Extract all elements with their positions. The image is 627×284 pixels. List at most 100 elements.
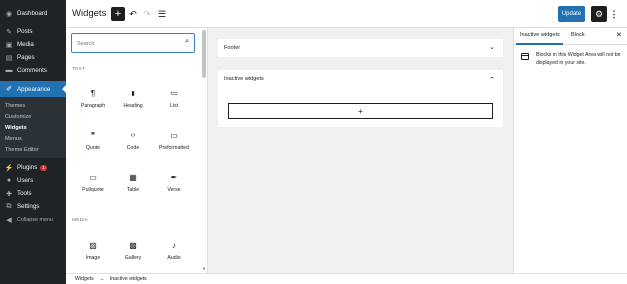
submenu-item-theme-editor[interactable]: Theme Editor xyxy=(0,144,66,155)
submenu-item-widgets[interactable]: Widgets xyxy=(0,122,66,133)
menu-label: Comments xyxy=(17,67,47,74)
undo-icon: ↶ xyxy=(129,8,137,19)
chevron-up-icon[interactable]: ⌃ xyxy=(489,76,495,84)
update-button[interactable]: Update xyxy=(558,6,585,22)
menu-label: Plugins xyxy=(17,164,38,171)
block-table[interactable]: ▦ Table xyxy=(114,170,152,204)
media-icon: ▣ xyxy=(5,41,13,49)
redo-button[interactable]: ↷ xyxy=(141,8,153,20)
block-label: Image xyxy=(85,255,101,261)
menu-item-settings[interactable]: ⧉ Settings xyxy=(0,200,66,213)
block-pullquote[interactable]: ▭ Pullquote xyxy=(74,170,112,204)
block-label: Pullquote xyxy=(82,187,104,193)
widget-area-icon xyxy=(521,53,529,60)
chevron-down-icon[interactable]: ⌄ xyxy=(489,43,495,51)
quote-icon: ❞ xyxy=(90,130,96,140)
tab-block[interactable]: Block xyxy=(571,32,585,38)
category-heading-media: MEDIA xyxy=(72,218,89,223)
block-paragraph[interactable]: ¶ Paragraph xyxy=(74,86,112,120)
update-count-badge: 1 xyxy=(40,164,47,171)
list-icon: ≔ xyxy=(170,88,178,98)
search-input[interactable] xyxy=(77,38,177,49)
block-appender-button[interactable]: + xyxy=(228,103,493,119)
wrench-icon: ✚ xyxy=(6,190,12,198)
menu-label: Media xyxy=(17,41,34,48)
breadcrumb: Widgets → Inactive widgets xyxy=(75,276,151,282)
undo-button[interactable]: ↶ xyxy=(127,8,139,20)
settings-sidebar: Inactive widgets Block ✕ Blocks in this … xyxy=(513,28,627,273)
block-quote[interactable]: ❞ Quote xyxy=(74,128,112,162)
settings-icon: ⧉ xyxy=(6,202,12,210)
pullquote-icon: ▭ xyxy=(89,172,97,182)
block-gallery[interactable]: ▩ Gallery xyxy=(114,238,152,272)
block-heading[interactable]: ▮ Heading xyxy=(114,86,152,120)
submenu-item-customize[interactable]: Customize xyxy=(0,111,66,122)
widget-area-description: Blocks in this Widget Area will not be d… xyxy=(536,52,621,66)
users-icon: ● xyxy=(6,177,12,184)
block-label: Paragraph xyxy=(80,103,106,109)
options-button[interactable]: ⋮ xyxy=(610,8,619,20)
collapse-icon: ◀ xyxy=(6,216,12,224)
block-image[interactable]: ▨ Image xyxy=(74,238,112,272)
menu-item-plugins[interactable]: ⚡ Plugins 1 xyxy=(0,161,66,174)
menu-item-users[interactable]: ● Users xyxy=(0,174,66,187)
gear-icon: ⚙ xyxy=(594,8,604,19)
paragraph-icon: ¶ xyxy=(90,88,96,98)
plus-icon: + xyxy=(114,7,122,20)
active-tab-indicator xyxy=(516,43,563,45)
close-icon[interactable]: ✕ xyxy=(616,31,622,39)
preformatted-icon: ▭ xyxy=(170,130,178,140)
breadcrumb-item-inactive-widgets[interactable]: Inactive widgets xyxy=(110,276,147,282)
gallery-icon: ▩ xyxy=(129,240,137,250)
plug-icon: ⚡ xyxy=(4,164,14,172)
menu-item-media[interactable]: ▣ Media xyxy=(0,38,66,51)
add-block-button[interactable]: + xyxy=(111,7,125,21)
comment-icon: ▬ xyxy=(5,67,13,74)
widget-area-title: Footer xyxy=(224,45,241,51)
menu-label: Appearance xyxy=(17,85,51,93)
list-view-button[interactable]: ☰ xyxy=(156,8,168,20)
submenu-item-menus[interactable]: Menus xyxy=(0,133,66,144)
menu-label: Posts xyxy=(17,28,33,35)
breadcrumb-item-widgets[interactable]: Widgets xyxy=(75,276,94,282)
menu-item-appearance[interactable]: ✐ Appearance xyxy=(0,81,66,97)
block-verse[interactable]: ✒ Verse xyxy=(155,170,193,204)
editor-footer: Widgets → Inactive widgets xyxy=(66,273,627,284)
menu-item-tools[interactable]: ✚ Tools xyxy=(0,187,66,200)
widget-area-title: Inactive widgets xyxy=(224,76,264,82)
brush-icon: ✐ xyxy=(6,86,12,93)
image-icon: ▨ xyxy=(89,240,97,250)
block-list[interactable]: ≔ List xyxy=(155,86,193,120)
scrollbar-thumb[interactable] xyxy=(202,30,206,78)
widget-area-inactive[interactable]: Inactive widgets ⌃ + xyxy=(218,70,503,127)
dashboard-icon: ◉ xyxy=(5,10,13,18)
menu-item-comments[interactable]: ▬ Comments xyxy=(0,64,66,77)
block-code[interactable]: ‹› Code xyxy=(114,128,152,162)
widget-area-footer[interactable]: Footer ⌄ xyxy=(218,39,503,57)
breadcrumb-separator: → xyxy=(99,276,105,282)
editor-header: Widgets + ↶ ↷ ☰ Update ⚙ ⋮ xyxy=(66,0,627,28)
settings-toggle-button[interactable]: ⚙ xyxy=(591,6,607,22)
menu-item-posts[interactable]: ✎ Posts xyxy=(0,25,66,38)
plus-icon: + xyxy=(358,106,363,116)
list-view-icon: ☰ xyxy=(157,8,167,19)
block-label: Quote xyxy=(85,145,101,151)
block-audio[interactable]: ♪ Audio xyxy=(155,238,193,272)
menu-label: Tools xyxy=(17,190,32,197)
pin-icon: ✎ xyxy=(6,28,12,36)
submenu-item-themes[interactable]: Themes xyxy=(0,100,66,111)
block-label: Table xyxy=(126,187,140,193)
block-label: Preformatted xyxy=(159,145,189,151)
menu-label: Users xyxy=(17,177,34,184)
admin-sidebar: ◉ Dashboard ✎ Posts ▣ Media ▤ Pages ▬ Co… xyxy=(0,0,66,284)
scroll-down-arrow-icon[interactable]: ▼ xyxy=(202,266,206,271)
menu-item-dashboard[interactable]: ◉ Dashboard xyxy=(0,7,66,20)
tab-inactive-widgets[interactable]: Inactive widgets xyxy=(520,32,560,38)
sidebar-tabs: Inactive widgets Block ✕ xyxy=(514,28,627,45)
page-title: Widgets xyxy=(72,8,107,19)
block-label: Verse xyxy=(167,187,181,193)
menu-item-pages[interactable]: ▤ Pages xyxy=(0,51,66,64)
collapse-menu-button[interactable]: ◀ Collapse menu xyxy=(0,213,66,226)
search-box: ⌕ xyxy=(71,33,195,53)
block-preformatted[interactable]: ▭ Preformatted xyxy=(155,128,193,162)
